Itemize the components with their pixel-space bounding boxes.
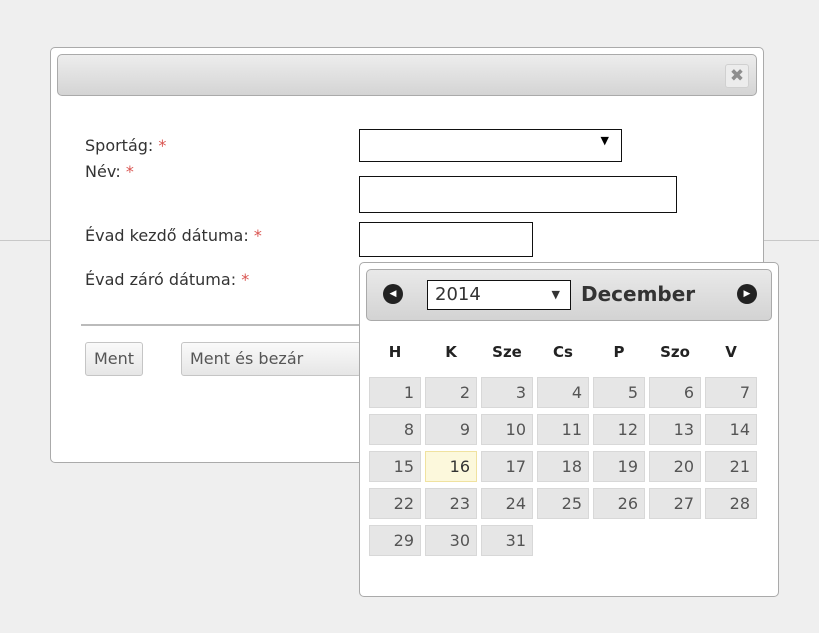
calendar-day[interactable]: 12 [593, 414, 645, 445]
chevron-down-icon: ▼ [600, 134, 609, 147]
form-separator [81, 324, 381, 326]
calendar-day[interactable]: 3 [481, 377, 533, 408]
calendar-day[interactable]: 28 [705, 488, 757, 519]
year-select[interactable]: 2014 ▼ [427, 280, 571, 310]
calendar-day[interactable]: 4 [537, 377, 589, 408]
weekday-header: H [388, 343, 402, 361]
calendar-day[interactable]: 31 [481, 525, 533, 556]
datepicker-header: ◀ 2014 ▼ December ▶ [366, 269, 772, 321]
calendar-day[interactable]: 17 [481, 451, 533, 482]
calendar-day[interactable]: 27 [649, 488, 701, 519]
nev-label: Név: * [85, 162, 134, 181]
calendar-day[interactable]: 20 [649, 451, 701, 482]
weekday-header: Cs [553, 343, 573, 361]
required-mark: * [241, 270, 250, 289]
dialog-titlebar: ✖ [57, 54, 757, 96]
calendar-day[interactable]: 8 [369, 414, 421, 445]
close-icon[interactable]: ✖ [725, 64, 749, 88]
chevron-down-icon: ▼ [551, 288, 560, 301]
prev-month-icon[interactable]: ◀ [383, 284, 403, 304]
datepicker-popup: ◀ 2014 ▼ December ▶ H K Sze Cs P Szo V 1 2 3 4 5 6 7 8… [359, 262, 779, 597]
next-month-icon[interactable]: ▶ [737, 284, 757, 304]
required-mark: * [125, 162, 134, 181]
calendar-day[interactable]: 5 [593, 377, 645, 408]
kezdo-label: Évad kezdő dátuma: * [85, 226, 262, 245]
calendar-day[interactable]: 15 [369, 451, 421, 482]
calendar-day-today[interactable]: 16 [425, 451, 477, 482]
month-label: December [581, 282, 696, 306]
calendar-day[interactable]: 18 [537, 451, 589, 482]
sportag-label: Sportág: * [85, 136, 167, 155]
calendar-day[interactable]: 13 [649, 414, 701, 445]
required-mark: * [253, 226, 262, 245]
nev-input[interactable] [359, 176, 677, 213]
calendar-day[interactable]: 29 [369, 525, 421, 556]
weekday-header: Sze [492, 343, 522, 361]
weekday-header: Szo [660, 343, 690, 361]
calendar-day[interactable]: 2 [425, 377, 477, 408]
calendar-day[interactable]: 1 [369, 377, 421, 408]
kezdo-date-input[interactable] [359, 222, 533, 257]
sportag-select[interactable]: ▼ [359, 129, 622, 162]
calendar-day[interactable]: 10 [481, 414, 533, 445]
calendar-day[interactable]: 9 [425, 414, 477, 445]
zaro-label: Évad záró dátuma: * [85, 270, 250, 289]
calendar-day[interactable]: 30 [425, 525, 477, 556]
calendar-day[interactable]: 24 [481, 488, 533, 519]
save-button[interactable]: Ment [85, 342, 144, 376]
required-mark: * [158, 136, 167, 155]
weekday-header: V [725, 343, 737, 361]
year-value: 2014 [435, 284, 481, 305]
calendar-day[interactable]: 14 [705, 414, 757, 445]
save-and-close-button[interactable]: Ment és bezár [181, 342, 361, 376]
calendar-day[interactable]: 25 [537, 488, 589, 519]
weekday-header: K [445, 343, 457, 361]
calendar-day[interactable]: 11 [537, 414, 589, 445]
calendar-day[interactable]: 19 [593, 451, 645, 482]
calendar-day[interactable]: 6 [649, 377, 701, 408]
calendar-day[interactable]: 23 [425, 488, 477, 519]
calendar-day[interactable]: 21 [705, 451, 757, 482]
calendar-day[interactable]: 7 [705, 377, 757, 408]
calendar-day[interactable]: 22 [369, 488, 421, 519]
weekday-header: P [613, 343, 625, 361]
calendar-day[interactable]: 26 [593, 488, 645, 519]
